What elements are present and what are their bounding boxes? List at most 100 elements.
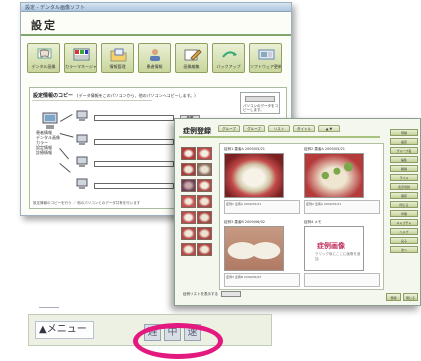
read-info-button[interactable] — [245, 96, 275, 102]
copy-subheading: (データ情報をこのパソコンから、他のパソコンへコピーします。) — [77, 93, 196, 98]
right-toolbar-button[interactable]: 印刷 — [390, 210, 418, 217]
case-note[interactable]: 症例3 患者B 2009/06/02 — [224, 273, 300, 287]
dental-thumbnail[interactable] — [197, 195, 212, 208]
right-toolbar-button[interactable]: 削除 — [390, 165, 418, 172]
dental-thumbnail[interactable] — [197, 147, 212, 160]
case-note[interactable] — [304, 273, 380, 287]
case-image — [304, 153, 364, 198]
case-title-divider — [179, 136, 380, 138]
settings-toolbar: デンタル画像 カラーマネージャー 情報管理 患者情報 画像編集 バックアップ ソ… — [27, 43, 282, 73]
case-action-buttons: 登録 閉じる — [386, 293, 418, 301]
copy-divider — [32, 100, 152, 101]
title-divider — [21, 34, 291, 36]
toolbar-button-dental-image[interactable]: デンタル画像 — [27, 43, 60, 73]
right-toolbar-button[interactable]: 戻る — [390, 237, 418, 244]
right-toolbar-button[interactable]: 閉じる — [390, 201, 418, 208]
case-note[interactable]: 症例2 患者A 2009/05/21 — [304, 200, 380, 214]
case-registration-window: 症例登録 グループ グループ リスト タイトル ▲ ▼ 登録 設定 グループ名 … — [174, 118, 421, 306]
right-toolbar-button[interactable]: 編集 — [390, 156, 418, 163]
toolbar-label: 画像編集 — [183, 64, 200, 69]
case-footer-label: 症例リストを表示する — [183, 292, 218, 296]
case-tab[interactable]: タイトル — [293, 125, 315, 132]
toolbar-label: 情報管理 — [109, 64, 126, 69]
dental-thumbnail[interactable] — [197, 243, 212, 256]
toolbar-label: バックアップ — [216, 64, 241, 69]
dental-thumbnail[interactable] — [181, 195, 196, 208]
color-grid-icon — [73, 48, 90, 61]
toolbar-button-color-manager[interactable]: カラーマネージャー — [64, 43, 97, 73]
case-footer-button[interactable] — [221, 291, 241, 297]
right-toolbar-button[interactable]: 設定 — [390, 138, 418, 145]
right-toolbar-button[interactable]: ラベル — [390, 174, 418, 181]
case-right-toolbar: 登録 設定 グループ名 編集 削除 ラベル 表示切替 保存 閉じる 印刷 キャプ… — [390, 129, 418, 255]
right-toolbar-button[interactable]: 保存 — [390, 192, 418, 199]
dental-thumbnail[interactable] — [197, 179, 212, 192]
case-note-text: 症例2 患者A 2009/05/21 — [306, 202, 342, 206]
connector-line — [59, 148, 69, 160]
toolbar-button-info[interactable]: 情報管理 — [101, 43, 134, 73]
right-toolbar-button[interactable]: グループ名 — [390, 147, 418, 154]
placeholder-title: 症例画像 — [317, 242, 345, 250]
copy-path-field[interactable] — [94, 161, 174, 167]
dental-thumbnail[interactable] — [181, 163, 196, 176]
copy-path-field[interactable] — [94, 183, 174, 189]
dental-thumbnail[interactable] — [181, 179, 196, 192]
case-tab[interactable]: グループ — [218, 125, 240, 132]
menu-button[interactable]: ▲メニュー — [35, 321, 94, 339]
placeholder-subtext: クリック後にここに画像を追加 — [315, 252, 361, 261]
highlight-ring — [133, 323, 223, 359]
connector-line — [59, 133, 74, 138]
toolbar-button-patient[interactable]: 患者情報 — [138, 43, 171, 73]
close-button[interactable]: 閉じる — [403, 293, 418, 301]
toolbar-label: 患者情報 — [146, 64, 163, 69]
dental-thumbnail[interactable] — [197, 163, 212, 176]
right-toolbar-button[interactable]: キャプチャ — [390, 219, 418, 226]
case-caption: 症例2 患者A 2009/05/21 — [304, 147, 346, 151]
case-caption: 症例3 患者B 2009/06/02 — [224, 220, 266, 224]
dental-thumbnail[interactable] — [181, 147, 196, 160]
case-caption: 症例1 患者A 2009/05/21 — [224, 147, 266, 151]
case-card[interactable]: 症例4 メモ 症例画像 クリック後にここに画像を追加 — [304, 220, 382, 290]
settings-title-bar: 設定 - デンタル画像ソフト — [21, 3, 291, 12]
dental-thumbnail[interactable] — [197, 211, 212, 224]
patient-icon — [150, 49, 160, 61]
folder-icon — [110, 48, 127, 62]
thumbnail-strip — [181, 147, 215, 259]
copy-path-field[interactable] — [94, 139, 174, 145]
right-toolbar-button[interactable]: 次へ — [390, 246, 418, 253]
right-toolbar-button[interactable]: 表示切替 — [390, 183, 418, 190]
copy-path-field[interactable] — [94, 115, 174, 121]
settings-title-bar-text: 設定 - デンタル画像ソフト — [25, 5, 85, 11]
case-caption: 症例4 メモ — [304, 220, 322, 224]
source-list-item: 診療情報 — [36, 150, 52, 155]
case-tab[interactable]: リスト — [268, 125, 290, 132]
dental-thumbnail[interactable] — [181, 211, 196, 224]
source-computer-icon — [42, 112, 58, 129]
dental-thumbnail[interactable] — [181, 227, 196, 240]
case-tabs: グループ グループ リスト タイトル ▲ ▼ — [218, 125, 340, 132]
case-note-text: 症例1 患者A 2009/05/21 — [226, 202, 262, 206]
case-grid: 症例1 患者A 2009/05/21 症例1 患者A 2009/05/21 症例… — [219, 143, 384, 290]
case-tab[interactable]: グループ — [243, 125, 265, 132]
case-image-placeholder[interactable]: 症例画像 クリック後にここに画像を追加 — [304, 226, 364, 271]
edit-icon — [184, 49, 202, 61]
case-card[interactable]: 症例1 患者A 2009/05/21 症例1 患者A 2009/05/21 — [224, 147, 302, 217]
toolbar-button-backup[interactable]: バックアップ — [212, 43, 245, 73]
target-computer-icon — [76, 110, 88, 121]
dental-thumbnail[interactable] — [197, 227, 212, 240]
case-note-text: 症例3 患者B 2009/06/02 — [226, 275, 262, 279]
case-note[interactable]: 症例1 患者A 2009/05/21 — [224, 200, 300, 214]
case-card[interactable]: 症例2 患者A 2009/05/21 症例2 患者A 2009/05/21 — [304, 147, 382, 217]
case-tab[interactable]: ▲ ▼ — [318, 125, 340, 132]
right-toolbar-button[interactable]: 登録 — [390, 129, 418, 136]
copy-side-box: パソコンのデータをコピーします。 — [240, 92, 280, 114]
case-window-title: 症例登録 — [183, 127, 211, 135]
case-card[interactable]: 症例3 患者B 2009/06/02 症例3 患者B 2009/06/02 — [224, 220, 302, 290]
right-toolbar-button[interactable]: ヘルプ — [390, 228, 418, 235]
bottom-divider — [39, 307, 59, 308]
register-button[interactable]: 登録 — [386, 293, 401, 301]
toolbar-button-update[interactable]: ソフトウェア更新 — [249, 43, 282, 73]
toolbar-button-edit[interactable]: 画像編集 — [175, 43, 208, 73]
copy-panel-footer: 設定情報のコピーを行う ／ 他のパソコンとのデータ共有を行います — [33, 201, 141, 205]
dental-thumbnail[interactable] — [181, 243, 196, 256]
